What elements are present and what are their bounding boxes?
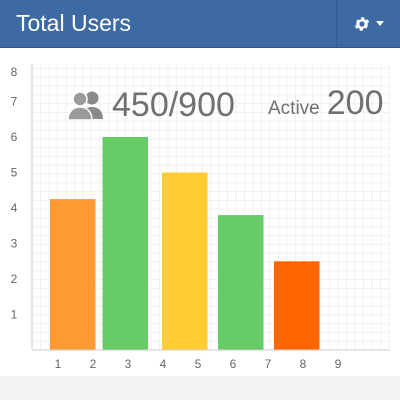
bar-chart: 1 2 3 4 5 6 7 8 1 2 3 4 5 6 7 8 9	[11, 64, 390, 371]
x-tick-label: 8	[300, 357, 307, 371]
x-tick-label: 1	[55, 357, 62, 371]
y-tick-label: 2	[11, 272, 18, 286]
chart-bar-1	[50, 199, 96, 350]
users-count: 450/900	[112, 86, 235, 124]
x-tick-label: 6	[230, 357, 237, 371]
active-label: Active	[268, 98, 320, 119]
x-tick-label: 2	[90, 357, 97, 371]
chart-bar-4	[218, 215, 264, 350]
active-count: 200	[326, 84, 384, 122]
x-tick-label: 4	[160, 357, 167, 371]
active-stat: Active 200	[268, 84, 383, 123]
y-tick-label: 1	[11, 308, 18, 322]
y-tick-label: 7	[11, 95, 18, 109]
chart-bar-3	[162, 172, 208, 350]
y-tick-label: 6	[11, 130, 18, 144]
x-tick-label: 9	[335, 357, 342, 371]
total-users-widget: Total Users 12345678123456789 450/900 Ac…	[0, 0, 400, 400]
y-tick-label: 4	[11, 201, 18, 215]
chart-bar-2	[102, 137, 148, 350]
y-tick-label: 3	[11, 237, 18, 251]
chart-bar-5	[274, 261, 320, 351]
users-stat: 450/900	[68, 86, 235, 124]
y-tick-label: 5	[11, 166, 18, 180]
users-icon	[68, 91, 103, 120]
x-tick-label: 3	[125, 357, 132, 371]
y-tick-label: 8	[11, 65, 18, 79]
x-tick-label: 7	[265, 357, 272, 371]
x-tick-label: 5	[195, 357, 202, 371]
